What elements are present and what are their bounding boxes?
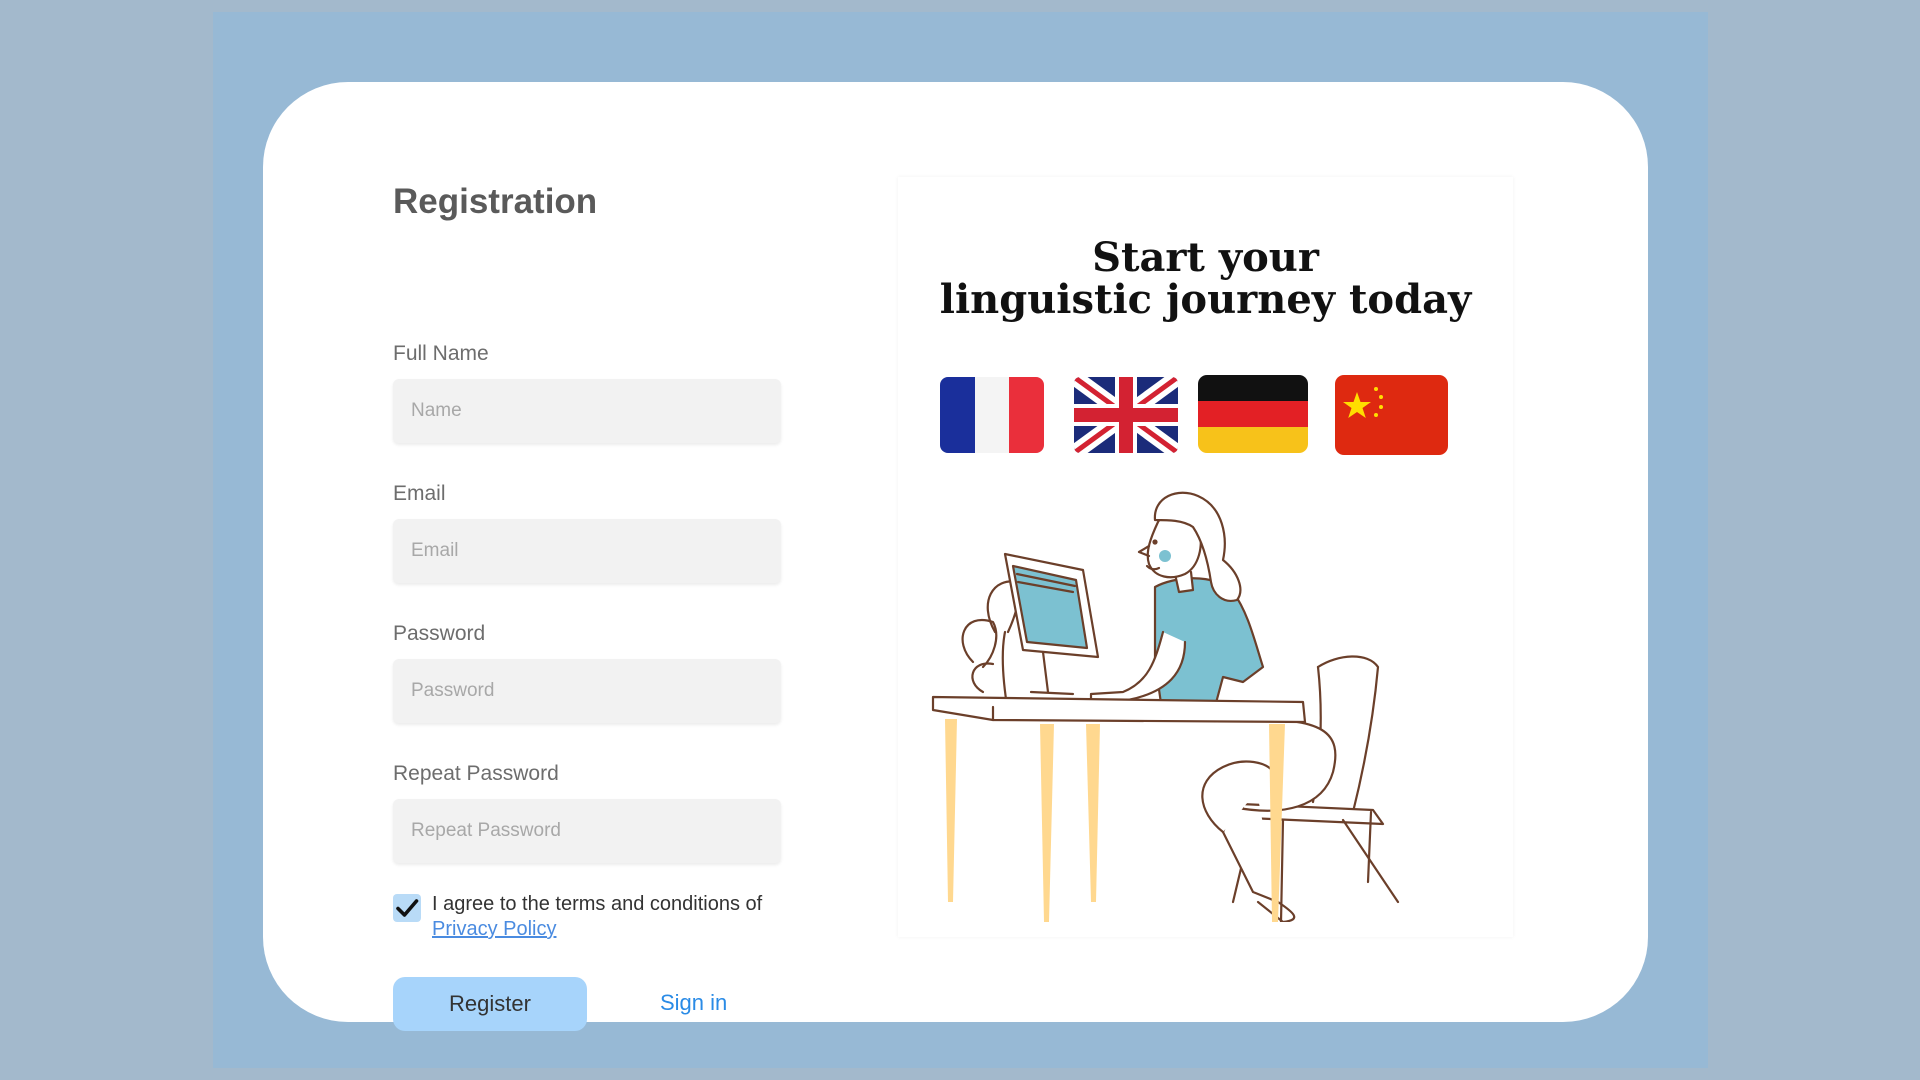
promo-title-line-1: Start your xyxy=(1092,234,1319,281)
promo-title-line-2: linguistic journey today xyxy=(939,276,1472,323)
uk-flag-icon xyxy=(1074,377,1178,453)
china-flag-icon xyxy=(1335,375,1448,455)
promo-panel: Start your linguistic journey today xyxy=(898,177,1513,937)
full-name-label: Full Name xyxy=(393,342,489,365)
privacy-policy-link[interactable]: Privacy Policy xyxy=(432,917,556,942)
france-flag-icon xyxy=(940,377,1044,453)
registration-card: Registration Full Name Email Password Re… xyxy=(263,82,1648,1031)
password-label: Password xyxy=(393,622,486,645)
repeat-password-label: Repeat Password xyxy=(393,762,559,785)
germany-flag-icon xyxy=(1198,375,1308,453)
register-button[interactable]: Register xyxy=(393,977,587,1031)
form-title: Registration xyxy=(393,182,598,221)
email-label: Email xyxy=(393,482,446,505)
email-input[interactable] xyxy=(393,519,781,583)
terms-text: I agree to the terms and conditions of xyxy=(432,893,763,915)
full-name-input[interactable] xyxy=(393,379,781,443)
terms-checkbox[interactable] xyxy=(393,894,421,922)
woman-at-computer-illustration xyxy=(931,491,1400,922)
sign-in-link[interactable]: Sign in xyxy=(660,990,727,1016)
language-flags xyxy=(940,375,1480,455)
promo-title: Start your linguistic journey today xyxy=(898,237,1513,321)
password-input[interactable] xyxy=(393,659,781,723)
checkmark-icon xyxy=(396,899,419,917)
repeat-password-input[interactable] xyxy=(393,799,781,863)
